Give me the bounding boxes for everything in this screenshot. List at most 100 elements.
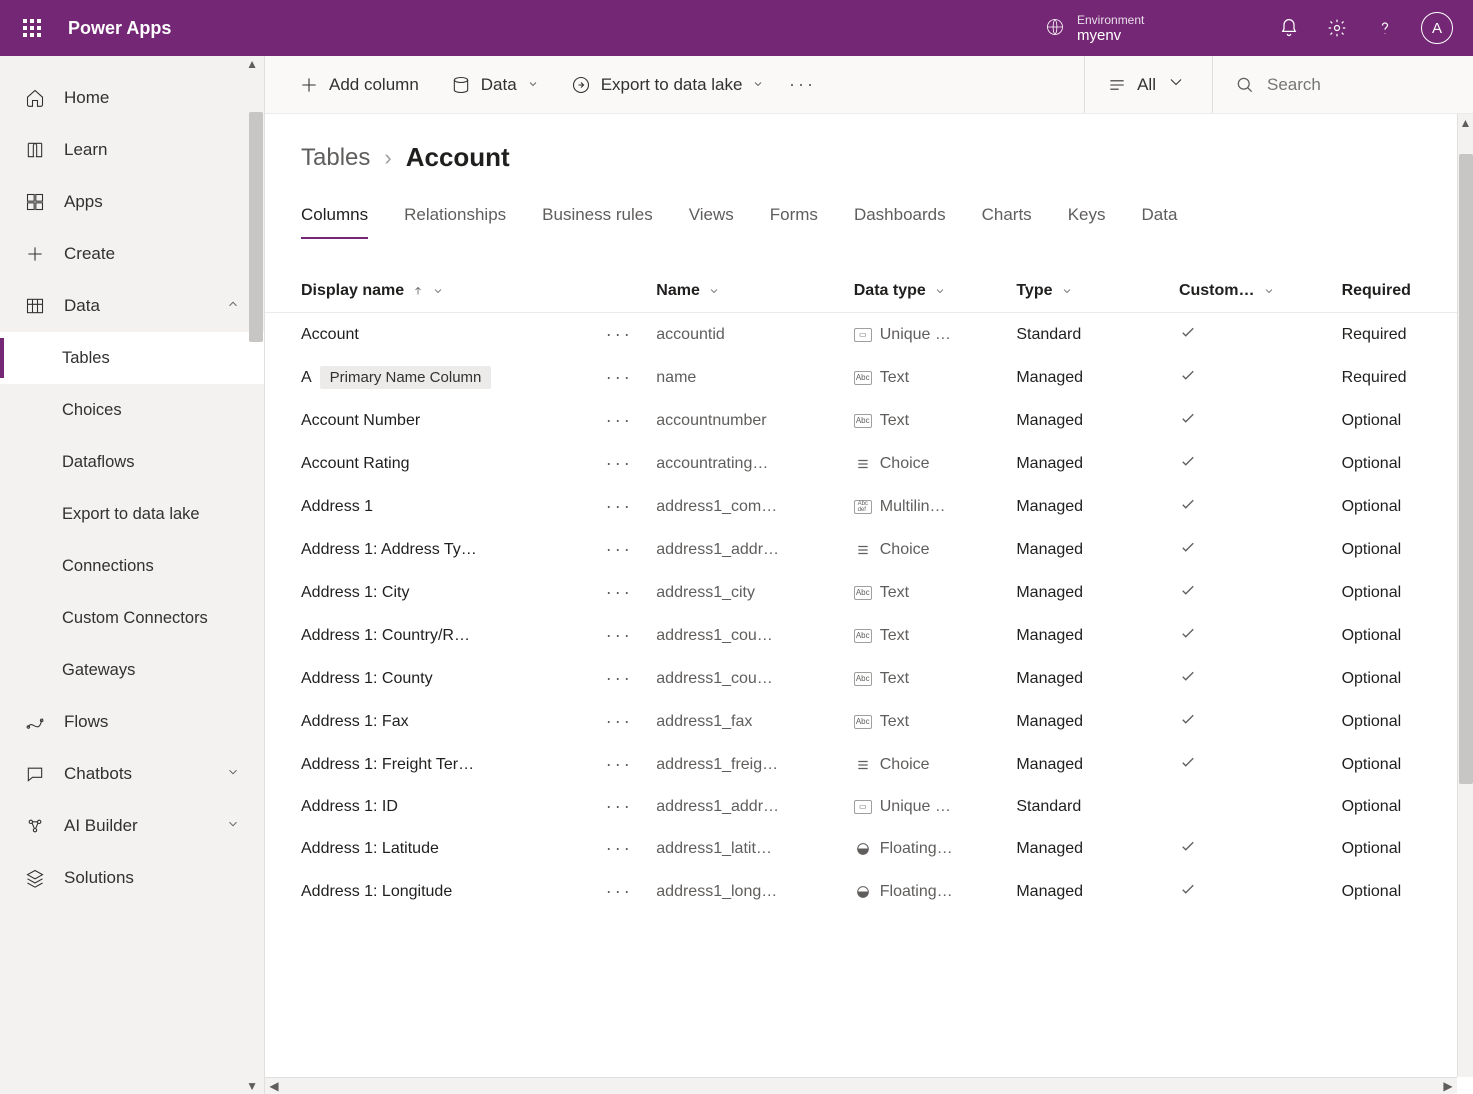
tab-charts[interactable]: Charts xyxy=(982,197,1032,239)
table-row[interactable]: Address 1···address1_com…AbcdefMultilin…… xyxy=(265,485,1473,528)
row-actions[interactable]: ··· xyxy=(590,571,648,614)
table-row[interactable]: Account Rating···accountrating…ChoiceMan… xyxy=(265,442,1473,485)
cell-name: accountrating… xyxy=(648,442,845,485)
sidebar-item-chatbots[interactable]: Chatbots xyxy=(0,748,264,800)
row-actions[interactable]: ··· xyxy=(590,442,648,485)
row-actions[interactable]: ··· xyxy=(590,743,648,786)
row-actions[interactable]: ··· xyxy=(590,399,648,442)
sidebar-item-data[interactable]: Data xyxy=(0,280,264,332)
tab-business-rules[interactable]: Business rules xyxy=(542,197,653,239)
header-name[interactable]: Name xyxy=(648,270,845,313)
table-row[interactable]: Address 1: Freight Ter…···address1_freig… xyxy=(265,743,1473,786)
cell-type: Managed xyxy=(1008,743,1171,786)
table-row[interactable]: Address 1: Longitude···address1_long…Flo… xyxy=(265,870,1473,913)
table-row[interactable]: Address 1: ID···address1_addr…▭Unique …S… xyxy=(265,786,1473,827)
breadcrumb-parent[interactable]: Tables xyxy=(301,144,370,172)
header-type[interactable]: Type xyxy=(1008,270,1171,313)
notifications-button[interactable] xyxy=(1265,0,1313,56)
tab-dashboards[interactable]: Dashboards xyxy=(854,197,946,239)
help-button[interactable] xyxy=(1361,0,1409,56)
sidebar-item-tables[interactable]: Tables xyxy=(0,332,264,384)
row-actions[interactable]: ··· xyxy=(590,528,648,571)
header-data-type[interactable]: Data type xyxy=(846,270,1009,313)
export-dropdown-button[interactable]: Export to data lake xyxy=(557,69,779,101)
cell-required: Optional xyxy=(1334,485,1473,528)
row-actions[interactable]: ··· xyxy=(590,356,648,399)
cell-name: address1_cou… xyxy=(648,657,845,700)
sidebar-scrollbar[interactable] xyxy=(248,72,264,1078)
row-actions[interactable]: ··· xyxy=(590,313,648,357)
row-actions[interactable]: ··· xyxy=(590,700,648,743)
row-actions[interactable]: ··· xyxy=(590,786,648,827)
ellipsis-icon: ··· xyxy=(606,668,633,688)
table-row[interactable]: Account···accountid▭Unique …StandardRequ… xyxy=(265,313,1473,357)
cell-required: Optional xyxy=(1334,657,1473,700)
sidebar-item-learn[interactable]: Learn xyxy=(0,124,264,176)
content-horizontal-scrollbar[interactable]: ◀▶ xyxy=(265,1077,1457,1094)
sidebar-item-create[interactable]: Create xyxy=(0,228,264,280)
cell-data-type: Floating… xyxy=(846,827,1009,870)
add-column-label: Add column xyxy=(329,75,419,95)
table-row[interactable]: Address 1: City···address1_cityAbcTextMa… xyxy=(265,571,1473,614)
sidebar-scroll-down[interactable]: ▼ xyxy=(0,1078,264,1094)
tab-relationships[interactable]: Relationships xyxy=(404,197,506,239)
sidebar-scroll-up[interactable]: ▲ xyxy=(0,56,264,72)
overflow-button[interactable]: ··· xyxy=(782,74,822,95)
sidebar-item-connections[interactable]: Connections xyxy=(0,540,264,592)
sidebar-item-apps[interactable]: Apps xyxy=(0,176,264,228)
row-actions[interactable]: ··· xyxy=(590,485,648,528)
sidebar-item-ai-builder[interactable]: AI Builder xyxy=(0,800,264,852)
cell-data-type: Choice xyxy=(846,528,1009,571)
tab-forms[interactable]: Forms xyxy=(770,197,818,239)
sidebar-scrollbar-thumb[interactable] xyxy=(249,112,263,342)
cell-required: Optional xyxy=(1334,571,1473,614)
row-actions[interactable]: ··· xyxy=(590,657,648,700)
sidebar-item-home[interactable]: Home xyxy=(0,72,264,124)
add-column-button[interactable]: Add column xyxy=(285,69,433,101)
search-input[interactable] xyxy=(1267,75,1417,95)
sidebar-item-label: AI Builder xyxy=(64,816,138,836)
tab-views[interactable]: Views xyxy=(689,197,734,239)
row-actions[interactable]: ··· xyxy=(590,827,648,870)
table-row[interactable]: Address 1: Address Ty…···address1_addr…C… xyxy=(265,528,1473,571)
avatar[interactable]: A xyxy=(1421,12,1453,44)
tab-columns[interactable]: Columns xyxy=(301,197,368,239)
header-display-name[interactable]: Display name xyxy=(265,270,590,313)
table-row[interactable]: Account Number···accountnumberAbcTextMan… xyxy=(265,399,1473,442)
sidebar-item-flows[interactable]: Flows xyxy=(0,696,264,748)
table-row[interactable]: Address 1: County···address1_cou…AbcText… xyxy=(265,657,1473,700)
sidebar-item-gateways[interactable]: Gateways xyxy=(0,644,264,696)
tab-data[interactable]: Data xyxy=(1141,197,1177,239)
data-dropdown-button[interactable]: Data xyxy=(437,69,553,101)
table-row[interactable]: Address 1: Country/R…···address1_cou…Abc… xyxy=(265,614,1473,657)
row-actions[interactable]: ··· xyxy=(590,870,648,913)
sidebar-item-choices[interactable]: Choices xyxy=(0,384,264,436)
vertical-scrollbar-thumb[interactable] xyxy=(1459,154,1473,784)
settings-button[interactable] xyxy=(1313,0,1361,56)
book-icon xyxy=(24,140,46,160)
sidebar-item-export[interactable]: Export to data lake xyxy=(0,488,264,540)
environment-picker[interactable]: Environment myenv xyxy=(1025,13,1265,44)
sidebar-item-solutions[interactable]: Solutions xyxy=(0,852,264,904)
cell-name: address1_com… xyxy=(648,485,845,528)
chevron-down-icon xyxy=(934,285,946,297)
waffle-button[interactable] xyxy=(8,0,56,56)
table-row[interactable]: APrimary Name Column···nameAbcTextManage… xyxy=(265,356,1473,399)
tab-keys[interactable]: Keys xyxy=(1068,197,1106,239)
header-required[interactable]: Required xyxy=(1334,270,1473,313)
search-box[interactable] xyxy=(1213,75,1453,95)
row-actions[interactable]: ··· xyxy=(590,614,648,657)
sidebar-item-label: Chatbots xyxy=(64,764,132,784)
table-row[interactable]: Address 1: Fax···address1_faxAbcTextMana… xyxy=(265,700,1473,743)
sidebar-item-dataflows[interactable]: Dataflows xyxy=(0,436,264,488)
view-selector[interactable]: All xyxy=(1085,72,1208,97)
sidebar-item-custom-connectors[interactable]: Custom Connectors xyxy=(0,592,264,644)
grid-header-row: Display name Name Dat xyxy=(265,270,1473,313)
check-icon xyxy=(1179,880,1197,898)
chevron-down-icon xyxy=(226,764,240,784)
chevron-down-icon xyxy=(226,816,240,836)
content-vertical-scrollbar[interactable]: ▲ xyxy=(1457,114,1473,1077)
table-row[interactable]: Address 1: Latitude···address1_latit…Flo… xyxy=(265,827,1473,870)
header-customizable[interactable]: Custom… xyxy=(1171,270,1334,313)
sidebar-item-label: Flows xyxy=(64,712,108,732)
